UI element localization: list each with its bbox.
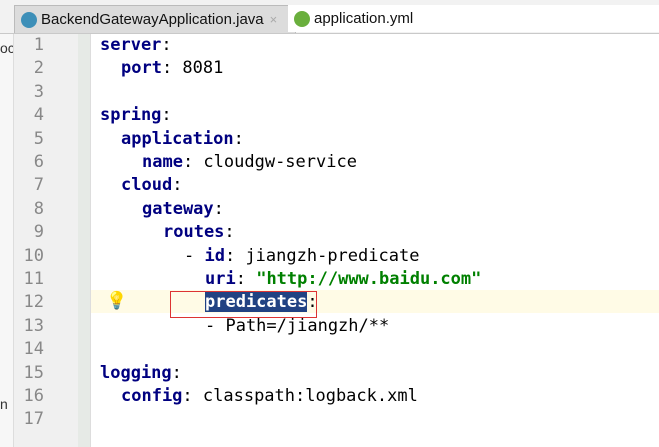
code-line: config: classpath:logback.xml	[121, 385, 418, 408]
code-line: logging:	[100, 362, 182, 385]
yaml-value: : 8081	[161, 58, 224, 79]
yaml-value: :	[235, 269, 257, 289]
line-number: 8	[33, 198, 44, 219]
tab-label: application.yml	[314, 10, 414, 27]
code-line: port: 8081	[121, 57, 223, 80]
line-number: 13	[23, 315, 44, 336]
tab-label: BackendGatewayApplication.java	[41, 11, 264, 28]
spring-yml-icon	[294, 10, 310, 27]
yaml-key: spring	[100, 105, 162, 126]
line-number: 5	[33, 128, 44, 149]
code-line: application:	[121, 128, 244, 151]
editor-tab-bar: BackendGatewayApplication.java × applica…	[0, 0, 659, 34]
yaml-key: name	[142, 152, 183, 172]
line-number: 1	[33, 35, 44, 55]
line-number: 15	[23, 362, 44, 383]
yaml-value: :	[171, 362, 182, 383]
yaml-key: server	[100, 35, 162, 55]
panel-text: oc	[0, 40, 14, 56]
yaml-key: application	[121, 128, 234, 149]
close-icon[interactable]: ×	[270, 12, 278, 27]
panel-text: n	[0, 396, 8, 412]
line-number: 10	[23, 245, 44, 266]
tab-application-yml[interactable]: application.yml	[288, 5, 659, 32]
line-number: 4	[33, 105, 44, 126]
yaml-key: id	[204, 245, 225, 266]
line-number: 7	[33, 175, 44, 196]
yaml-string: "http://www.baidu.com"	[256, 269, 482, 289]
line-number: 6	[33, 152, 44, 172]
yaml-value: :	[161, 35, 172, 55]
code-line: gateway:	[142, 198, 224, 221]
yaml-key: port	[121, 58, 162, 79]
code-line: cloud:	[121, 174, 182, 197]
yaml-value: : jiangzh-predicate	[224, 245, 420, 266]
yaml-value: :	[233, 128, 244, 149]
code-line: server:	[100, 34, 172, 57]
list-dash: -	[184, 245, 205, 266]
yaml-key: gateway	[142, 198, 214, 219]
line-number: 11	[23, 269, 44, 289]
yaml-value: :	[161, 105, 172, 126]
code-line: - id: jiangzh-predicate	[184, 245, 419, 268]
line-number: 16	[23, 386, 44, 406]
yaml-key: logging	[100, 362, 172, 383]
line-number: 14	[23, 339, 44, 360]
code-line: spring:	[100, 104, 172, 127]
yaml-value: - Path=/jiangzh/**	[205, 315, 390, 336]
code-line: name: cloudgw-service	[142, 151, 357, 174]
line-number: 9	[33, 222, 44, 243]
yaml-key: routes	[163, 222, 225, 243]
yaml-value: :	[213, 198, 224, 219]
fold-gutter[interactable]	[78, 34, 90, 447]
code-line: uri: "http://www.baidu.com"	[205, 268, 481, 291]
yaml-value: : cloudgw-service	[182, 152, 357, 172]
project-panel-edge[interactable]: oc n	[0, 34, 14, 447]
line-number: 3	[33, 81, 44, 102]
line-number: 17	[23, 409, 44, 430]
code-line: routes:	[163, 221, 235, 244]
line-number: 2	[33, 58, 44, 79]
line-number: 12	[23, 292, 44, 313]
lightbulb-icon[interactable]: 💡	[106, 291, 127, 311]
yaml-value: :	[172, 175, 183, 196]
tab-backend-gateway-application[interactable]: BackendGatewayApplication.java ×	[14, 5, 296, 33]
java-class-icon	[21, 11, 37, 28]
yaml-value: :	[224, 222, 235, 243]
yaml-key: cloud	[121, 175, 173, 196]
code-line: - Path=/jiangzh/**	[205, 315, 389, 338]
yaml-key: uri	[205, 269, 236, 289]
yaml-value: : classpath:logback.xml	[182, 386, 418, 406]
yaml-key: config	[121, 386, 183, 406]
annotation-box	[170, 291, 317, 318]
